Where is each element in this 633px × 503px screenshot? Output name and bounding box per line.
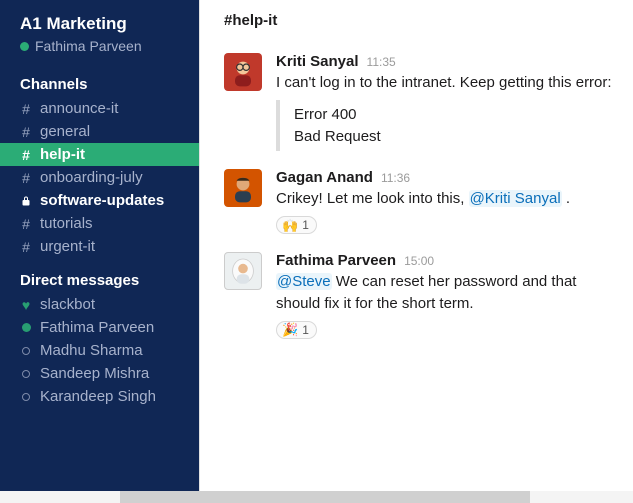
- channel-name: general: [40, 123, 90, 140]
- workspace-header[interactable]: A1 Marketing Fathima Parveen: [0, 0, 199, 62]
- channels-heading: Channels: [0, 62, 199, 97]
- channel-list: # announce-it # general # help-it # onbo…: [0, 97, 199, 258]
- heart-icon: ♥: [20, 297, 32, 313]
- error-line: Bad Request: [294, 126, 617, 148]
- sidebar-item-help-it[interactable]: # help-it: [0, 143, 199, 166]
- workspace-name: A1 Marketing: [20, 14, 183, 34]
- dm-name: slackbot: [40, 296, 95, 313]
- presence-away-icon: [20, 347, 32, 355]
- dm-name: Madhu Sharma: [40, 342, 143, 359]
- raised-hands-icon: 🙌: [282, 219, 298, 232]
- channel-title[interactable]: #help-it: [200, 0, 633, 39]
- message-author[interactable]: Gagan Anand: [276, 169, 373, 186]
- hash-icon: #: [20, 124, 32, 140]
- sidebar-item-tutorials[interactable]: # tutorials: [0, 212, 199, 235]
- message-text: Crikey! Let me look into this, @Kriti Sa…: [276, 188, 617, 210]
- party-popper-icon: 🎉: [282, 323, 298, 336]
- message-text: I can't log in to the intranet. Keep get…: [276, 72, 617, 94]
- channel-name: urgent-it: [40, 238, 95, 255]
- dm-item-karandeep[interactable]: Karandeep Singh: [0, 385, 199, 408]
- presence-active-icon: [20, 42, 29, 51]
- sidebar-item-urgent-it[interactable]: # urgent-it: [0, 235, 199, 258]
- avatar[interactable]: [224, 53, 262, 91]
- hash-icon: #: [20, 147, 32, 163]
- message-timestamp: 15:00: [404, 254, 434, 268]
- channel-name: tutorials: [40, 215, 93, 232]
- message-timestamp: 11:36: [381, 171, 410, 185]
- message-list[interactable]: Kriti Sanyal 11:35 I can't log in to the…: [200, 39, 633, 349]
- sidebar-item-general[interactable]: # general: [0, 120, 199, 143]
- channel-name: onboarding-july: [40, 169, 143, 186]
- sidebar-item-announce-it[interactable]: # announce-it: [0, 97, 199, 120]
- dm-item-sandeep[interactable]: Sandeep Mishra: [0, 362, 199, 385]
- reaction-count: 1: [302, 323, 309, 337]
- message: Kriti Sanyal 11:35 I can't log in to the…: [224, 45, 617, 161]
- reaction-count: 1: [302, 218, 309, 232]
- sidebar: A1 Marketing Fathima Parveen Channels # …: [0, 0, 199, 503]
- scrollbar-thumb[interactable]: [120, 491, 530, 503]
- error-block: Error 400 Bad Request: [276, 100, 617, 152]
- sidebar-item-software-updates[interactable]: software-updates: [0, 189, 199, 212]
- message-timestamp: 11:35: [367, 55, 396, 69]
- presence-away-icon: [20, 393, 32, 401]
- mention[interactable]: @Kriti Sanyal: [469, 190, 562, 207]
- dm-item-fathima[interactable]: Fathima Parveen: [0, 316, 199, 339]
- dm-name: Fathima Parveen: [40, 319, 154, 336]
- hash-icon: #: [20, 101, 32, 117]
- dm-heading: Direct messages: [0, 258, 199, 293]
- error-line: Error 400: [294, 104, 617, 126]
- dm-item-slackbot[interactable]: ♥ slackbot: [0, 293, 199, 316]
- horizontal-scrollbar[interactable]: [0, 491, 633, 503]
- main-pane: #help-it Kriti Sanyal 11:35 I can't log …: [199, 0, 633, 503]
- presence-active-icon: [20, 323, 32, 332]
- message-author[interactable]: Fathima Parveen: [276, 252, 396, 269]
- message: Fathima Parveen 15:00 @Steve We can rese…: [224, 244, 617, 349]
- message-author[interactable]: Kriti Sanyal: [276, 53, 359, 70]
- channel-name: help-it: [40, 146, 85, 163]
- channel-name: software-updates: [40, 192, 164, 209]
- dm-name: Sandeep Mishra: [40, 365, 149, 382]
- dm-item-madhu[interactable]: Madhu Sharma: [0, 339, 199, 362]
- hash-icon: #: [20, 239, 32, 255]
- hash-icon: #: [20, 216, 32, 232]
- avatar[interactable]: [224, 169, 262, 207]
- reaction-button[interactable]: 🙌 1: [276, 216, 317, 234]
- dm-list: ♥ slackbot Fathima Parveen Madhu Sharma …: [0, 293, 199, 408]
- current-user-name: Fathima Parveen: [35, 38, 142, 54]
- current-user-status: Fathima Parveen: [20, 38, 183, 54]
- message-text: @Steve We can reset her password and tha…: [276, 271, 617, 315]
- sidebar-item-onboarding-july[interactable]: # onboarding-july: [0, 166, 199, 189]
- dm-name: Karandeep Singh: [40, 388, 156, 405]
- message: Gagan Anand 11:36 Crikey! Let me look in…: [224, 161, 617, 244]
- presence-away-icon: [20, 370, 32, 378]
- hash-icon: #: [20, 170, 32, 186]
- avatar[interactable]: [224, 252, 262, 290]
- reaction-button[interactable]: 🎉 1: [276, 321, 317, 339]
- channel-name: announce-it: [40, 100, 118, 117]
- mention[interactable]: @Steve: [276, 273, 332, 290]
- lock-icon: [20, 195, 32, 207]
